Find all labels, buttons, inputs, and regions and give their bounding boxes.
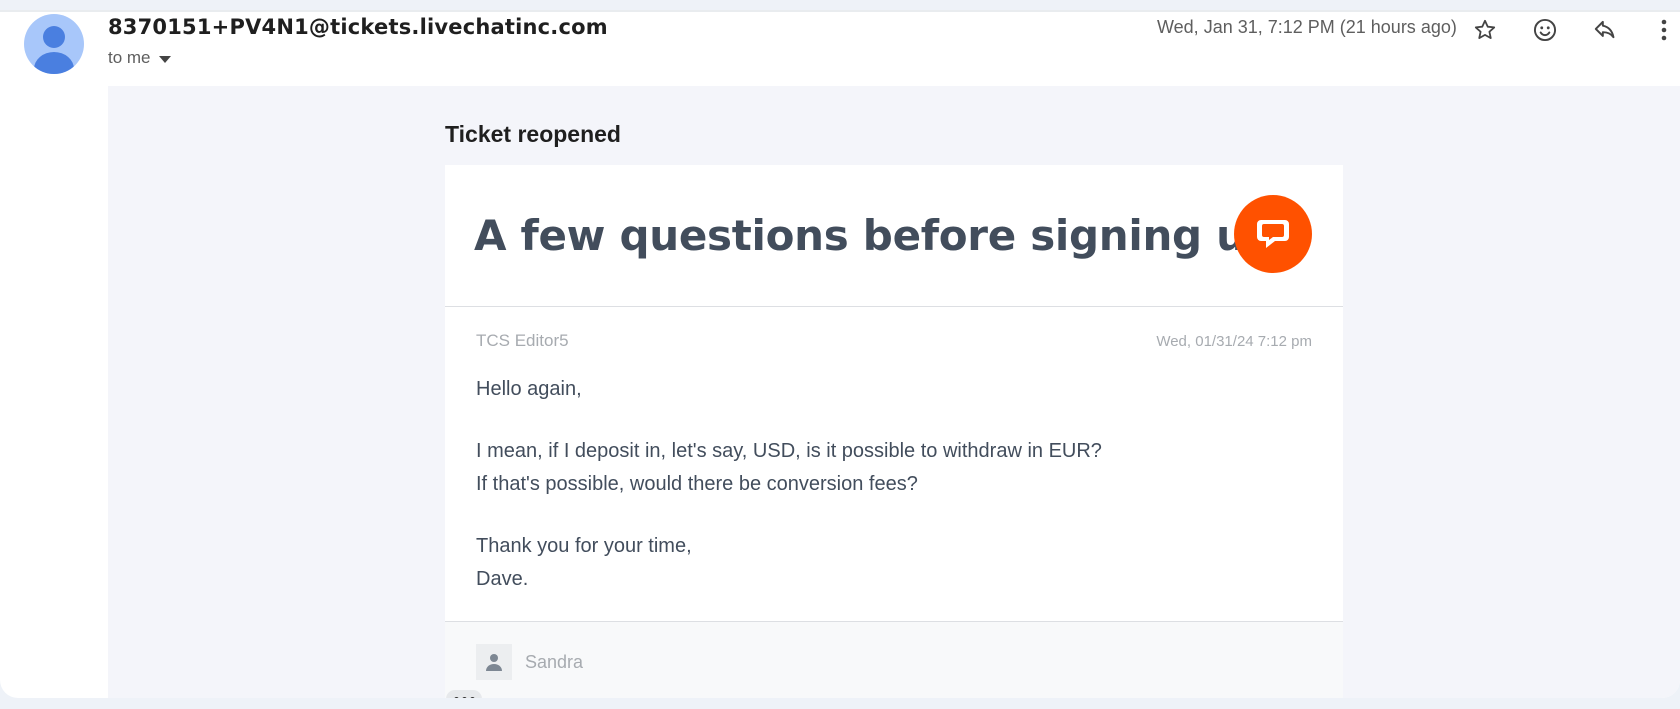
livechat-logo-icon bbox=[1234, 195, 1312, 273]
message-line: Dave. bbox=[476, 568, 529, 590]
message-line: If that's possible, would there be conve… bbox=[476, 473, 918, 495]
person-icon bbox=[476, 644, 512, 680]
recipient-line: to me bbox=[108, 48, 171, 68]
next-message-preview: Sandra bbox=[445, 621, 1343, 698]
message-line: Hello again, bbox=[476, 378, 582, 400]
next-author: Sandra bbox=[525, 652, 584, 672]
star-icon[interactable] bbox=[1467, 12, 1503, 48]
message-timestamp: Wed, 01/31/24 7:12 pm bbox=[1156, 333, 1312, 350]
emoji-icon[interactable] bbox=[1527, 12, 1563, 48]
ticket-title: A few questions before signing up. bbox=[474, 211, 1292, 260]
email-date: Wed, Jan 31, 7:12 PM (21 hours ago) bbox=[1157, 17, 1457, 37]
email-body: Ticket reopened A few questions before s… bbox=[108, 86, 1680, 698]
ticket-status-heading: Ticket reopened bbox=[445, 121, 621, 147]
recipient-label: to me bbox=[108, 48, 151, 67]
more-vert-icon[interactable] bbox=[1646, 12, 1680, 48]
message-line: Thank you for your time, bbox=[476, 535, 692, 557]
show-trimmed-content-button[interactable] bbox=[446, 690, 482, 698]
ticket-header: A few questions before signing up. bbox=[445, 165, 1343, 307]
reply-icon[interactable] bbox=[1587, 12, 1623, 48]
message-line: I mean, if I deposit in, let's say, USD,… bbox=[476, 440, 1102, 462]
ticket-card: A few questions before signing up. TCS E… bbox=[445, 165, 1343, 698]
email-view: 8370151+PV4N1@tickets.livechatinc.com to… bbox=[0, 10, 1680, 698]
message-author: TCS Editor5 bbox=[476, 331, 569, 350]
sender-avatar[interactable] bbox=[24, 14, 84, 74]
show-details-caret-icon[interactable] bbox=[158, 55, 171, 63]
sender-address[interactable]: 8370151+PV4N1@tickets.livechatinc.com bbox=[108, 15, 608, 39]
